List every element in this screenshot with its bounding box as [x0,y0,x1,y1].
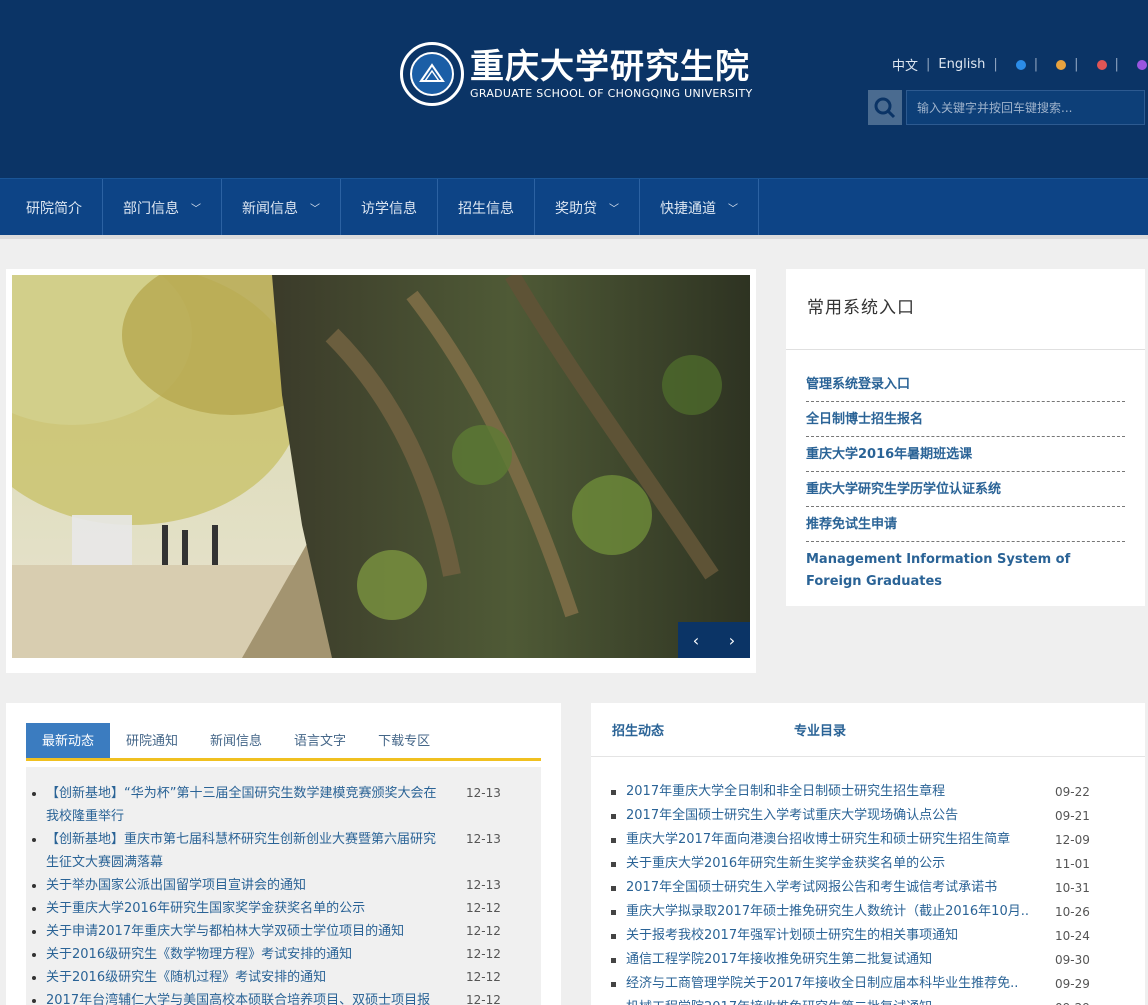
language-switcher: 中文 | English | | | | [892,55,1147,74]
slider-next-button[interactable]: › [714,622,750,658]
nav-item-admissions[interactable]: 招生信息 [438,179,535,236]
nav-item-financial-aid[interactable]: 奖助贷 ﹀ [535,179,640,236]
system-link-exemption-application[interactable]: 推荐免试生申请 [806,512,1125,542]
site-header: 重庆大学研究生院 GRADUATE SCHOOL OF CHONGQING UN… [0,0,1148,178]
site-logo[interactable]: 重庆大学研究生院 GRADUATE SCHOOL OF CHONGQING UN… [400,42,752,106]
bullet-icon [611,837,616,843]
slider-prev-button[interactable]: ‹ [678,622,714,658]
theme-orange-swatch[interactable] [1056,59,1067,70]
search-bar [868,90,1145,125]
campus-photo [12,275,750,658]
nav-item-about[interactable]: 研院简介 [6,179,103,236]
system-entrances-title: 常用系统入口 [786,269,1145,350]
logo-title-en: GRADUATE SCHOOL OF CHONGQING UNIVERSITY [470,87,753,100]
chevron-down-icon: ﹀ [609,204,619,215]
image-slider: ‹ › [6,269,756,673]
bullet-icon [611,933,616,939]
list-item[interactable]: 2017年全国硕士研究生入学考试网报公告和考生诚信考试承诺书 10-31 [611,876,1145,900]
list-item[interactable]: 2017年重庆大学全日制和非全日制硕士研究生招生章程 09-22 [611,780,1145,804]
list-item[interactable]: 关于2016级研究生《数学物理方程》考试安排的通知 12-12 [32,943,541,966]
list-item[interactable]: 关于2016级研究生《随机过程》考试安排的通知 12-12 [32,966,541,989]
lang-chinese-link[interactable]: 中文 [892,55,918,74]
list-item[interactable]: 2017年台湾辅仁大学与美国高校本硕联合培养项目、双硕士项目报 12-12 [32,989,541,1005]
bullet-icon [611,861,616,867]
lang-english-link[interactable]: English [938,57,985,72]
list-item[interactable]: 关于报考我校2017年强军计划硕士研究生的相关事项通知 10-24 [611,924,1145,948]
news-list: 【创新基地】“华为杯”第十三届全国研究生数学建模竞赛颁奖大会在我校隆重举行 12-… [26,767,541,1005]
system-link-management-login[interactable]: 管理系统登录入口 [806,372,1125,402]
list-item[interactable]: 通信工程学院2017年接收推免研究生第二批复试通知 09-30 [611,948,1145,972]
bullet-icon [611,813,616,819]
system-link-degree-verification[interactable]: 重庆大学研究生学历学位认证系统 [806,477,1125,507]
list-item[interactable]: 关于重庆大学2016年研究生新生奖学金获奖名单的公示 11-01 [611,852,1145,876]
bullet-icon [611,909,616,915]
admissions-tabs: 招生动态 专业目录 [591,703,1145,757]
admissions-list: 2017年重庆大学全日制和非全日制硕士研究生招生章程 09-22 2017年全国硕… [591,757,1145,1005]
list-item[interactable]: 关于申请2017年重庆大学与都柏林大学双硕士学位项目的通知 12-12 [32,920,541,943]
list-item[interactable]: 【创新基地】重庆市第七届科慧杯研究生创新创业大赛暨第六届研究生征文大赛圆满落幕 1… [32,828,541,874]
theme-purple-swatch[interactable] [1136,59,1147,70]
list-item[interactable]: 【创新基地】“华为杯”第十三届全国研究生数学建模竞赛颁奖大会在我校隆重举行 12-… [32,782,541,828]
slider-controls: ‹ › [678,622,750,658]
tab-notices[interactable]: 研院通知 [110,723,194,758]
theme-red-swatch[interactable] [1096,59,1107,70]
bullet-icon [611,885,616,891]
tab-program-catalog[interactable]: 专业目录 [794,720,846,739]
bullet-icon [611,789,616,795]
list-item[interactable]: 机械工程学院2017年接收推免研究生第二批复试通知09-29 [611,996,1145,1005]
chevron-down-icon: ﹀ [310,204,320,215]
system-link-summer-course[interactable]: 重庆大学2016年暑期班选课 [806,442,1125,472]
system-link-phd-registration[interactable]: 全日制博士招生报名 [806,407,1125,437]
main-nav: 研院简介 部门信息 ﹀ 新闻信息 ﹀ 访学信息 招生信息 奖助贷 ﹀ 快捷通道 ﹀ [0,178,1148,236]
tab-admissions-news[interactable]: 招生动态 [612,720,664,739]
tab-latest-news[interactable]: 最新动态 [26,723,111,758]
tab-downloads[interactable]: 下载专区 [362,723,446,758]
nav-item-news[interactable]: 新闻信息 ﹀ [222,179,341,236]
university-seal-icon [400,42,464,106]
tab-language[interactable]: 语言文字 [278,723,362,758]
bullet-icon [611,957,616,963]
chevron-down-icon: ﹀ [728,204,738,215]
list-item[interactable]: 2017年全国硕士研究生入学考试重庆大学现场确认点公告 09-21 [611,804,1145,828]
list-item[interactable]: 关于重庆大学2016年研究生国家奖学金获奖名单的公示 12-12 [32,897,541,920]
slider-image[interactable]: ‹ › [12,275,750,658]
nav-item-visiting[interactable]: 访学信息 [341,179,438,236]
chevron-down-icon: ﹀ [191,204,201,215]
logo-title-cn: 重庆大学研究生院 [470,47,750,87]
search-icon [874,97,896,118]
list-item[interactable]: 经济与工商管理学院关于2017年接收全日制应届本科毕业生推荐免.. 09-29 [611,972,1145,996]
list-item[interactable]: 重庆大学拟录取2017年硕士推免研究生人数统计（截止2016年10月.. 10-2… [611,900,1145,924]
list-item[interactable]: 关于举办国家公派出国留学项目宣讲会的通知 12-13 [32,874,541,897]
search-input[interactable] [906,90,1145,125]
news-tabs: 最新动态 研院通知 新闻信息 语言文字 下载专区 [26,723,541,761]
list-item[interactable]: 重庆大学2017年面向港澳台招收博士研究生和硕士研究生招生简章 12-09 [611,828,1145,852]
system-entrances-panel: 常用系统入口 管理系统登录入口 全日制博士招生报名 重庆大学2016年暑期班选课… [786,269,1145,606]
system-link-foreign-graduates[interactable]: Management Information System of Foreign… [806,547,1125,598]
tab-news-info[interactable]: 新闻信息 [194,723,278,758]
bullet-icon [611,981,616,987]
nav-item-quick-access[interactable]: 快捷通道 ﹀ [640,179,759,236]
news-panel: 最新动态 研院通知 新闻信息 语言文字 下载专区 【创新基地】“华为杯”第十三届… [6,703,561,1005]
admissions-panel: 招生动态 专业目录 2017年重庆大学全日制和非全日制硕士研究生招生章程 09-2… [591,703,1145,1005]
nav-item-departments[interactable]: 部门信息 ﹀ [103,179,222,236]
theme-blue-swatch[interactable] [1015,59,1026,70]
search-button[interactable] [868,90,902,125]
